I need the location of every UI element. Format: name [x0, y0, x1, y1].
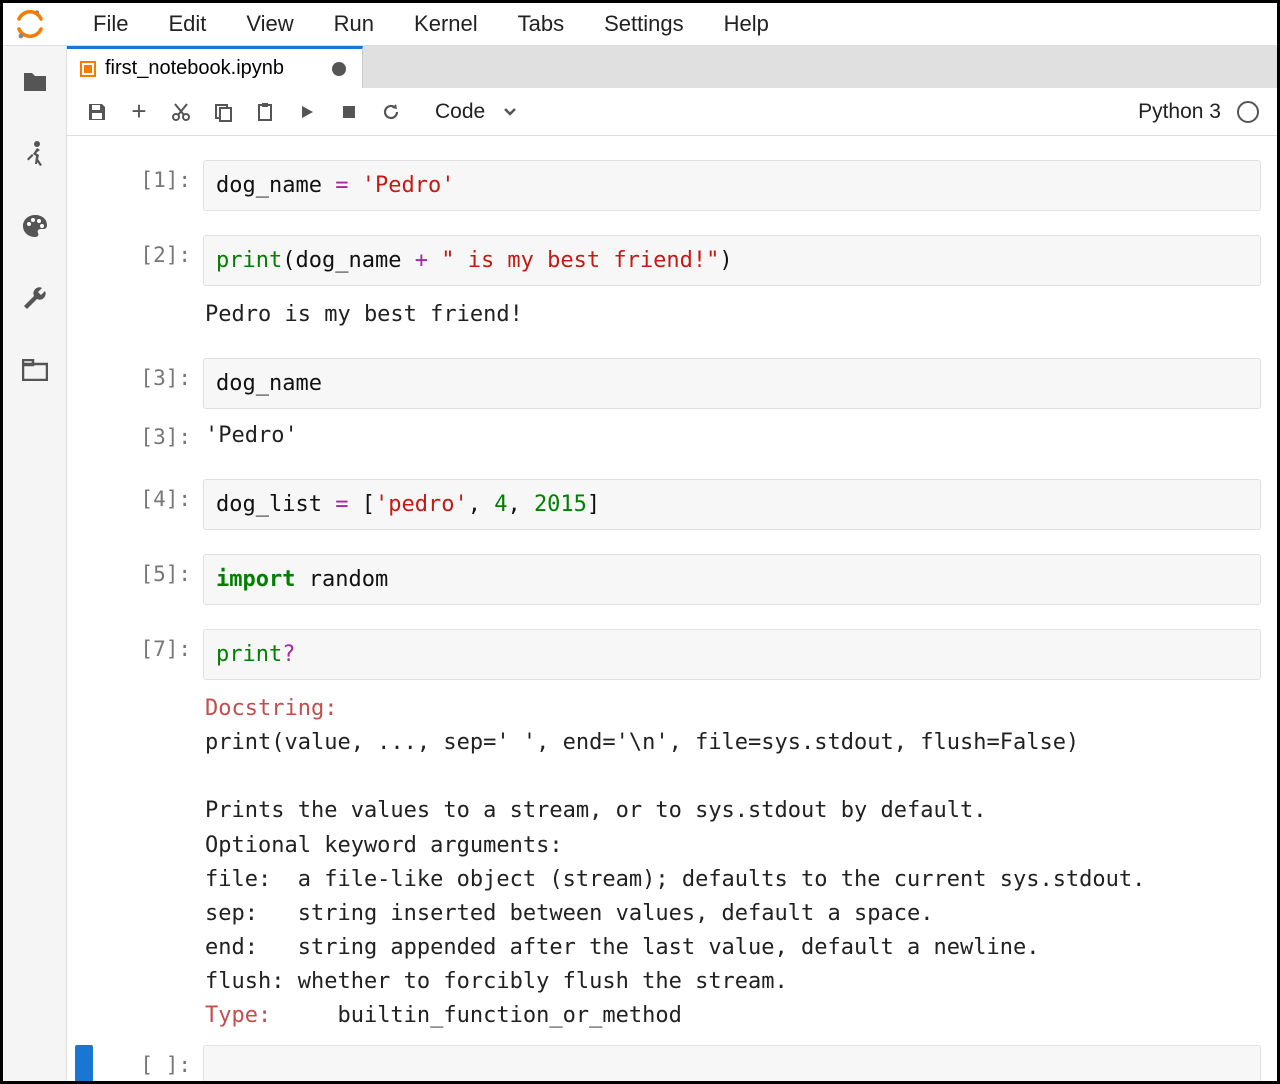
input-prompt: [1]:	[93, 160, 203, 211]
tabs-icon[interactable]	[21, 356, 49, 384]
palette-icon[interactable]	[21, 212, 49, 240]
code-cell[interactable]: [5]: import random	[75, 554, 1261, 605]
menu-file[interactable]: File	[73, 5, 148, 43]
notebook-tab[interactable]: first_notebook.ipynb	[67, 46, 363, 88]
wrench-icon[interactable]	[21, 284, 49, 312]
code-cell[interactable]: [1]: dog_name = 'Pedro'	[75, 160, 1261, 211]
input-prompt: [5]:	[93, 554, 203, 605]
notebook-icon	[79, 60, 97, 78]
code-cell[interactable]: [3]: dog_name	[75, 358, 1261, 409]
jupyter-logo-icon	[15, 9, 45, 39]
input-prompt: [2]:	[93, 235, 203, 334]
input-prompt: [7]:	[93, 629, 203, 1035]
menubar: File Edit View Run Kernel Tabs Settings …	[3, 3, 1277, 46]
chevron-down-icon	[503, 107, 517, 117]
input-prompt: [ ]:	[93, 1045, 203, 1081]
save-button[interactable]	[79, 94, 115, 130]
cell-type-select[interactable]: Code	[425, 96, 527, 128]
input-prompt: [4]:	[93, 479, 203, 530]
cell-output: 'Pedro'	[203, 417, 1261, 455]
running-icon[interactable]	[21, 140, 49, 168]
paste-button[interactable]	[247, 94, 283, 130]
menu-view[interactable]: View	[226, 5, 313, 43]
code-cell[interactable]: [4]: dog_list = ['pedro', 4, 2015]	[75, 479, 1261, 530]
interrupt-button[interactable]	[331, 94, 367, 130]
notebook-toolbar: + Code	[67, 88, 1277, 136]
active-cell-indicator	[75, 1045, 93, 1081]
copy-button[interactable]	[205, 94, 241, 130]
tabbar: first_notebook.ipynb	[67, 46, 1277, 88]
run-button[interactable]	[289, 94, 325, 130]
code-input[interactable]: dog_list = ['pedro', 4, 2015]	[203, 479, 1261, 530]
cut-button[interactable]	[163, 94, 199, 130]
code-input[interactable]: dog_name	[203, 358, 1261, 409]
restart-button[interactable]	[373, 94, 409, 130]
code-input[interactable]	[203, 1045, 1261, 1081]
menu-tabs[interactable]: Tabs	[498, 5, 584, 43]
output-row: [3]: 'Pedro'	[75, 417, 1261, 455]
input-prompt: [3]:	[93, 358, 203, 409]
code-cell[interactable]: [ ]:	[75, 1045, 1261, 1081]
folder-icon[interactable]	[21, 68, 49, 96]
kernel-status-icon[interactable]	[1237, 101, 1259, 123]
menu-edit[interactable]: Edit	[148, 5, 226, 43]
menu-help[interactable]: Help	[704, 5, 789, 43]
menu-settings[interactable]: Settings	[584, 5, 704, 43]
cell-output: Pedro is my best friend!	[203, 296, 1261, 334]
cell-output: Docstring: print(value, ..., sep=' ', en…	[203, 690, 1261, 1035]
main-panel: first_notebook.ipynb +	[67, 46, 1277, 1081]
cell-type-label: Code	[435, 100, 485, 124]
left-sidebar	[3, 46, 67, 1081]
code-cell[interactable]: [7]: print? Docstring: print(value, ...,…	[75, 629, 1261, 1035]
unsaved-indicator-icon	[332, 62, 346, 76]
menu-kernel[interactable]: Kernel	[394, 5, 498, 43]
notebook-area[interactable]: [1]: dog_name = 'Pedro' [2]: print(dog_n…	[67, 136, 1277, 1081]
menu-run[interactable]: Run	[314, 5, 394, 43]
code-cell[interactable]: [2]: print(dog_name + " is my best frien…	[75, 235, 1261, 334]
add-cell-button[interactable]: +	[121, 94, 157, 130]
kernel-name[interactable]: Python 3	[1138, 100, 1221, 124]
code-input[interactable]: print(dog_name + " is my best friend!")	[203, 235, 1261, 286]
code-input[interactable]: import random	[203, 554, 1261, 605]
output-prompt: [3]:	[93, 417, 203, 455]
code-input[interactable]: dog_name = 'Pedro'	[203, 160, 1261, 211]
tab-title: first_notebook.ipynb	[105, 57, 284, 80]
code-input[interactable]: print?	[203, 629, 1261, 680]
